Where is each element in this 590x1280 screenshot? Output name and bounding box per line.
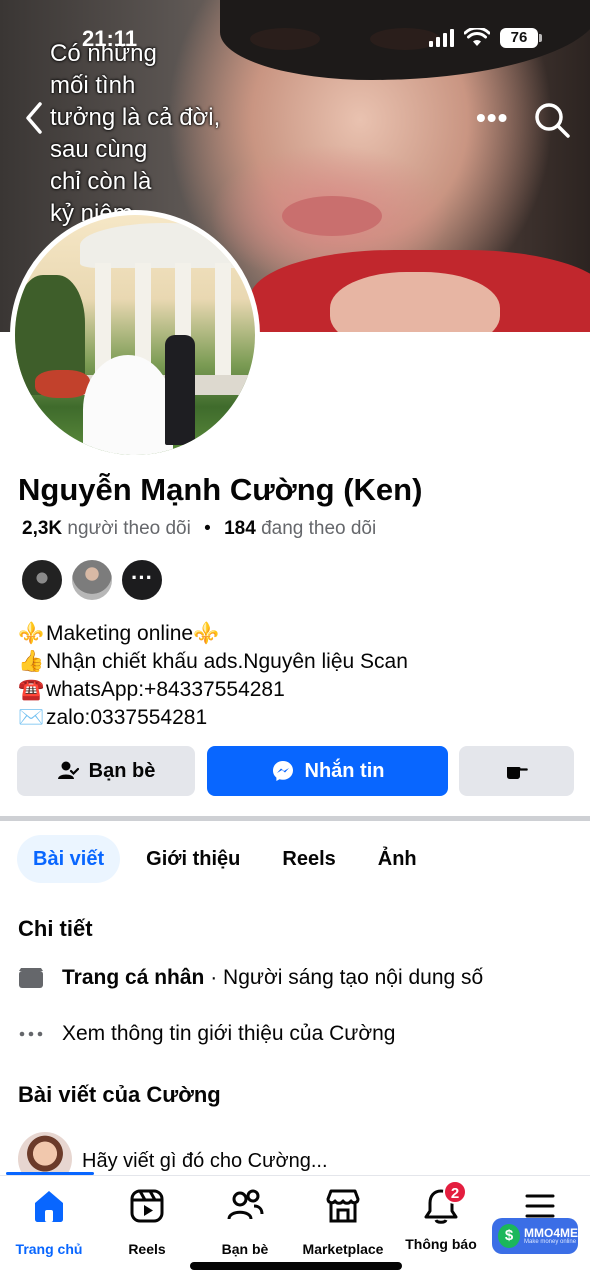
clapperboard-icon	[19, 968, 43, 988]
friend-check-icon	[57, 761, 79, 779]
search-icon[interactable]	[532, 100, 572, 140]
more-actions-button[interactable]	[459, 746, 574, 796]
cover-lips	[282, 196, 382, 236]
tab-photos[interactable]: Ảnh	[362, 835, 433, 883]
nav-label: Thông báo	[405, 1236, 477, 1252]
nav-label: Bạn bè	[221, 1241, 269, 1257]
nav-home[interactable]: Trang chủ	[0, 1186, 99, 1257]
see-about-row[interactable]: Xem thông tin giới thiệu của Cường	[18, 1022, 395, 1046]
profile-tabs: Bài viết Giới thiệu Reels Ảnh	[17, 835, 433, 883]
nav-notifications[interactable]: 2 Thông báo	[391, 1180, 491, 1252]
nav-friends[interactable]: Bạn bè	[195, 1186, 295, 1257]
messenger-icon	[272, 761, 293, 781]
notification-badge: 2	[443, 1180, 467, 1204]
home-indicator	[190, 1262, 402, 1270]
envelope-icon: ✉️	[18, 706, 45, 729]
chevron-left-icon[interactable]	[20, 100, 50, 136]
bio-line: ✉️zalo:0337554281	[18, 704, 408, 732]
tab-reels[interactable]: Reels	[266, 835, 351, 883]
mutual-friend-avatar[interactable]	[70, 558, 114, 602]
cover-hand	[330, 272, 500, 332]
profile-name: Nguyễn Mạnh Cường (Ken)	[18, 472, 423, 507]
message-button[interactable]: Nhắn tin	[207, 746, 448, 796]
profile-avatar[interactable]	[10, 210, 260, 460]
coin-icon: $	[498, 1224, 520, 1248]
wifi-icon	[464, 28, 490, 46]
fleur-de-lis-icon: ⚜️	[18, 622, 45, 645]
signal-icon	[429, 29, 454, 47]
friends-icon	[227, 1189, 264, 1220]
tab-posts[interactable]: Bài viết	[17, 835, 121, 883]
profile-bio: ⚜️Maketing online⚜️ 👍Nhận chiết khấu ads…	[18, 620, 408, 732]
status-icons: 76	[429, 28, 542, 48]
avatar-dome	[80, 223, 250, 268]
nav-label: Marketplace	[302, 1241, 384, 1257]
following-label: đang theo dõi	[261, 518, 377, 539]
watermark-logo: $ MMO4ME Make money online	[492, 1218, 578, 1254]
avatar-bride	[83, 355, 173, 455]
stats-separator: •	[204, 518, 211, 539]
posts-title: Bài viết của Cường	[18, 1082, 221, 1107]
follow-stats[interactable]: 2,3K người theo dõi • 184 đang theo dõi	[22, 518, 376, 540]
more-options-button[interactable]: •••	[476, 102, 508, 134]
friends-button[interactable]: Bạn bè	[17, 746, 195, 796]
pointing-hand-icon	[506, 767, 528, 779]
section-divider	[0, 816, 590, 821]
cover-overlay-text: Có những mối tình tưởng là cả đời, sau c…	[50, 40, 221, 227]
bio-line: ☎️whatsApp:+84337554281	[18, 676, 408, 704]
friends-button-label: Bạn bè	[88, 759, 156, 782]
status-time: 21:11	[82, 26, 138, 51]
composer-placeholder[interactable]: Hãy viết gì đó cho Cường...	[82, 1150, 328, 1173]
telephone-icon: ☎️	[18, 678, 45, 701]
mutual-friends[interactable]: ···	[20, 558, 164, 602]
bio-line: ⚜️Maketing online⚜️	[18, 620, 408, 648]
following-count: 184	[224, 518, 256, 539]
followers-count: 2,3K	[22, 518, 63, 539]
message-button-label: Nhắn tin	[304, 759, 385, 782]
tab-about[interactable]: Giới thiệu	[130, 835, 256, 883]
post-composer[interactable]: Hãy viết gì đó cho Cường...	[0, 1130, 590, 1186]
see-about-label: Xem thông tin giới thiệu của Cường	[62, 1022, 396, 1045]
nav-reels[interactable]: Reels	[97, 1186, 197, 1257]
page-type-row: Trang cá nhân · Người sáng tạo nội dung …	[18, 966, 483, 990]
cover-eye	[250, 28, 320, 50]
bio-line: 👍Nhận chiết khấu ads.Nguyên liệu Scan	[18, 648, 408, 676]
details-title: Chi tiết	[18, 916, 93, 941]
page-type-bold: Trang cá nhân	[62, 966, 205, 989]
marketplace-icon	[326, 1189, 360, 1223]
battery-icon: 76	[500, 28, 542, 48]
avatar-groom	[165, 335, 195, 445]
watermark-sub: Make money online	[524, 1239, 577, 1245]
nav-marketplace[interactable]: Marketplace	[293, 1186, 393, 1257]
thumbs-up-icon: 👍	[18, 650, 45, 673]
mutual-friends-more[interactable]: ···	[120, 558, 164, 602]
followers-label: người theo dõi	[67, 518, 191, 539]
nav-label: Reels	[128, 1241, 166, 1257]
more-dots-icon	[19, 1031, 43, 1037]
bell-icon-wrap: 2	[421, 1180, 467, 1226]
page-type-rest: · Người sáng tạo nội dung số	[204, 966, 484, 989]
nav-label: Trang chủ	[15, 1241, 83, 1257]
home-active-indicator	[6, 1172, 94, 1175]
watermark-text: MMO4ME	[524, 1226, 578, 1240]
reels-icon	[130, 1189, 164, 1223]
home-icon	[35, 1191, 63, 1222]
mutual-friend-avatar[interactable]	[20, 558, 64, 602]
